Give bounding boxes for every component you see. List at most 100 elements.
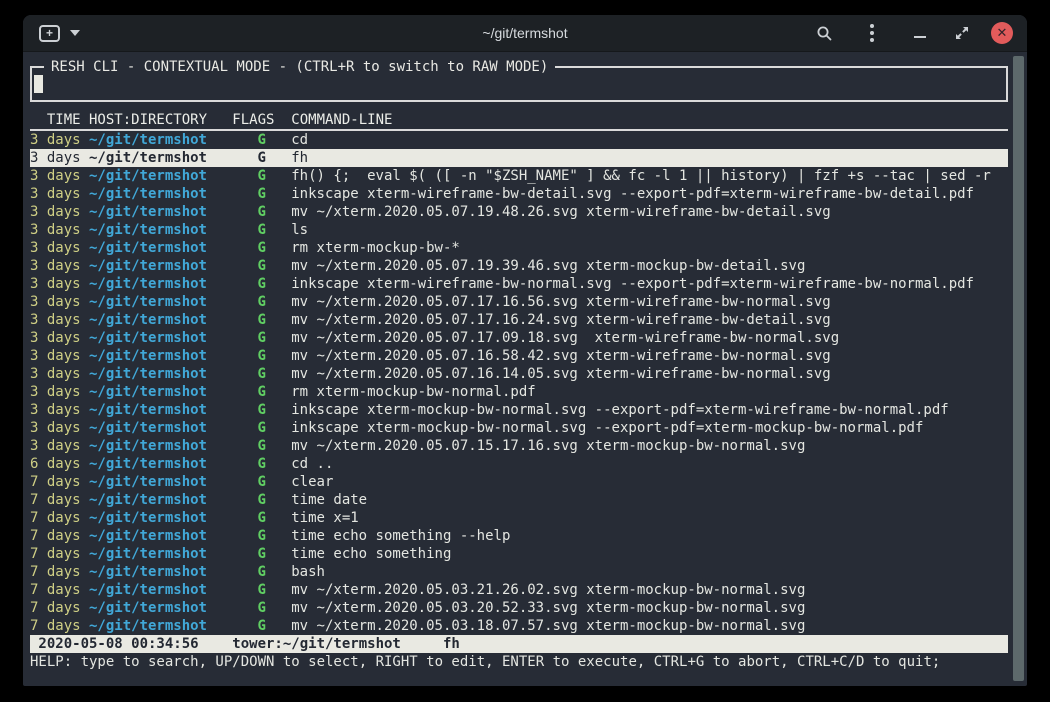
row-command: mv ~/xterm.2020.05.07.19.39.46.svg xterm… bbox=[291, 258, 805, 274]
minimize-button[interactable] bbox=[907, 20, 933, 46]
row-command: time x=1 bbox=[291, 510, 358, 526]
row-command: fh bbox=[291, 150, 308, 166]
row-time: 3 days bbox=[30, 401, 81, 419]
status-datetime: 2020-05-08 00:34:56 bbox=[38, 636, 198, 652]
history-row[interactable]: 7 days ~/git/termshot Gtime x=1 bbox=[30, 509, 1008, 527]
row-flags: G bbox=[258, 419, 266, 437]
row-command: ls bbox=[291, 222, 308, 238]
row-directory: ~/git/termshot bbox=[89, 437, 207, 455]
row-command: inkscape xterm-mockup-bw-normal.svg --ex… bbox=[291, 420, 923, 436]
history-row[interactable]: 7 days~/git/termshotGmv ~/xterm.2020.05.… bbox=[30, 599, 1008, 617]
history-row[interactable]: 3 days~/git/termshotGmv ~/xterm.2020.05.… bbox=[30, 329, 1008, 347]
row-time: 3 days bbox=[30, 257, 81, 275]
history-row[interactable]: 3 days~/git/termshotGmv ~/xterm.2020.05.… bbox=[30, 203, 1008, 221]
row-command: mv ~/xterm.2020.05.07.17.09.18.svg xterm… bbox=[291, 330, 839, 346]
row-flags: G bbox=[258, 311, 266, 329]
row-directory: ~/git/termshot bbox=[89, 329, 207, 347]
row-command: mv ~/xterm.2020.05.07.16.14.05.svg xterm… bbox=[291, 366, 830, 382]
row-flags: G bbox=[258, 221, 266, 239]
table-column-headers: TIME HOST:DIRECTORY FLAGS COMMAND-LINE bbox=[30, 111, 1008, 131]
help-line: HELP: type to search, UP/DOWN to select,… bbox=[30, 653, 1008, 671]
row-flags: G bbox=[258, 455, 266, 473]
row-time: 7 days bbox=[30, 509, 81, 527]
row-directory: ~/git/termshot bbox=[89, 473, 207, 491]
row-time: 7 days bbox=[30, 473, 81, 491]
history-row[interactable]: 3 days~/git/termshotGmv ~/xterm.2020.05.… bbox=[30, 437, 1008, 455]
row-directory: ~/git/termshot bbox=[89, 365, 207, 383]
row-directory: ~/git/termshot bbox=[89, 545, 207, 563]
history-row[interactable]: 7 days~/git/termshotGmv ~/xterm.2020.05.… bbox=[30, 617, 1008, 635]
row-flags: G bbox=[258, 149, 266, 167]
row-flags: G bbox=[258, 473, 266, 491]
scrollbar[interactable] bbox=[1012, 53, 1025, 684]
row-time: 7 days bbox=[30, 599, 81, 617]
row-directory: ~/git/termshot bbox=[89, 509, 207, 527]
row-directory: ~/git/termshot bbox=[89, 185, 207, 203]
scrollbar-thumb[interactable] bbox=[1013, 56, 1024, 681]
row-directory: ~/git/termshot bbox=[89, 527, 207, 545]
row-time: 3 days bbox=[30, 131, 81, 149]
row-command: fh() {; eval $( ([ -n "$ZSH_NAME" ] && f… bbox=[291, 168, 991, 184]
row-command: time echo something --help bbox=[291, 528, 510, 544]
history-row[interactable]: 3 days~/git/termshotGmv ~/xterm.2020.05.… bbox=[30, 311, 1008, 329]
history-row[interactable]: 7 days ~/git/termshot Gclear bbox=[30, 473, 1008, 491]
history-row[interactable]: 3 days~/git/termshotGls bbox=[30, 221, 1008, 239]
history-row[interactable]: 7 days~/git/termshotGmv ~/xterm.2020.05.… bbox=[30, 581, 1008, 599]
history-row[interactable]: 7 days~/git/termshotGtime echo something bbox=[30, 545, 1008, 563]
history-row[interactable]: 3 days~/git/termshotGfh() {; eval $( ([ … bbox=[30, 167, 1008, 185]
row-flags: G bbox=[258, 275, 266, 293]
history-row[interactable]: 3 days~/git/termshotGmv ~/xterm.2020.05.… bbox=[30, 257, 1008, 275]
history-row[interactable]: 3 days~/git/termshotGinkscape xterm-mock… bbox=[30, 401, 1008, 419]
row-directory: ~/git/termshot bbox=[89, 491, 207, 509]
history-row[interactable]: 3 days~/git/termshotGrm xterm-mockup-bw-… bbox=[30, 383, 1008, 401]
status-bar: 2020-05-08 00:34:56 tower:~/git/termshot f… bbox=[30, 635, 1008, 653]
row-command: cd .. bbox=[291, 456, 333, 472]
row-flags: G bbox=[258, 293, 266, 311]
row-time: 3 days bbox=[30, 239, 81, 257]
history-row[interactable]: 3 days~/git/termshotGinkscape xterm-wire… bbox=[30, 185, 1008, 203]
row-directory: ~/git/termshot bbox=[89, 293, 207, 311]
row-command: mv ~/xterm.2020.05.07.17.16.24.svg xterm… bbox=[291, 312, 830, 328]
row-command: clear bbox=[291, 474, 333, 490]
history-row[interactable]: 3 days~/git/termshotGrm xterm-mockup-bw-… bbox=[30, 239, 1008, 257]
history-row[interactable]: 3 days~/git/termshotGmv ~/xterm.2020.05.… bbox=[30, 347, 1008, 365]
history-row[interactable]: 7 days~/git/termshotGbash bbox=[30, 563, 1008, 581]
history-row[interactable]: 7 days~/git/termshotGtime date bbox=[30, 491, 1008, 509]
menu-button[interactable] bbox=[859, 20, 885, 46]
history-row[interactable]: 3 days~/git/termshotGinkscape xterm-wire… bbox=[30, 275, 1008, 293]
row-directory: ~/git/termshot bbox=[89, 383, 207, 401]
history-row[interactable]: 3 days~/git/termshotGmv ~/xterm.2020.05.… bbox=[30, 365, 1008, 383]
row-time: 3 days bbox=[30, 383, 81, 401]
row-flags: G bbox=[258, 527, 266, 545]
row-time: 7 days bbox=[30, 581, 81, 599]
history-row[interactable]: 7 days~/git/termshotGtime echo something… bbox=[30, 527, 1008, 545]
row-command: mv ~/xterm.2020.05.07.15.17.16.svg xterm… bbox=[291, 438, 805, 454]
chevron-down-icon[interactable] bbox=[70, 30, 80, 36]
row-command: mv ~/xterm.2020.05.03.20.52.33.svg xterm… bbox=[291, 600, 805, 616]
row-time: 3 days bbox=[30, 311, 81, 329]
history-row[interactable]: 3 days~/git/termshotGcd bbox=[30, 131, 1008, 149]
history-row[interactable]: 3 days~/git/termshotGmv ~/xterm.2020.05.… bbox=[30, 293, 1008, 311]
row-command: mv ~/xterm.2020.05.07.19.48.26.svg xterm… bbox=[291, 204, 830, 220]
status-query: fh bbox=[443, 636, 460, 652]
history-row[interactable]: 3 days~/git/termshotGfh bbox=[30, 149, 1008, 167]
row-command: rm xterm-mockup-bw-* bbox=[291, 240, 460, 256]
status-host-directory: tower:~/git/termshot bbox=[232, 636, 401, 652]
row-command: rm xterm-mockup-bw-normal.pdf bbox=[291, 384, 535, 400]
row-directory: ~/git/termshot bbox=[89, 617, 207, 635]
new-tab-button[interactable]: + bbox=[39, 25, 60, 42]
row-flags: G bbox=[258, 509, 266, 527]
history-row[interactable]: 3 days~/git/termshotGinkscape xterm-mock… bbox=[30, 419, 1008, 437]
maximize-button[interactable] bbox=[949, 20, 975, 46]
close-button[interactable]: ✕ bbox=[991, 22, 1013, 44]
row-command: mv ~/xterm.2020.05.07.16.58.42.svg xterm… bbox=[291, 348, 830, 364]
history-rows: 3 days~/git/termshotGcd3 days~/git/terms… bbox=[30, 131, 1008, 635]
search-button[interactable] bbox=[811, 20, 837, 46]
row-flags: G bbox=[258, 401, 266, 419]
close-icon: ✕ bbox=[997, 27, 1008, 40]
history-row[interactable]: 6 days~/git/termshotGcd .. bbox=[30, 455, 1008, 473]
search-input[interactable]: RESH CLI - CONTEXTUAL MODE - (CTRL+R to … bbox=[30, 66, 1008, 102]
row-time: 7 days bbox=[30, 617, 81, 635]
row-command: bash bbox=[291, 564, 325, 580]
row-directory: ~/git/termshot bbox=[89, 401, 207, 419]
